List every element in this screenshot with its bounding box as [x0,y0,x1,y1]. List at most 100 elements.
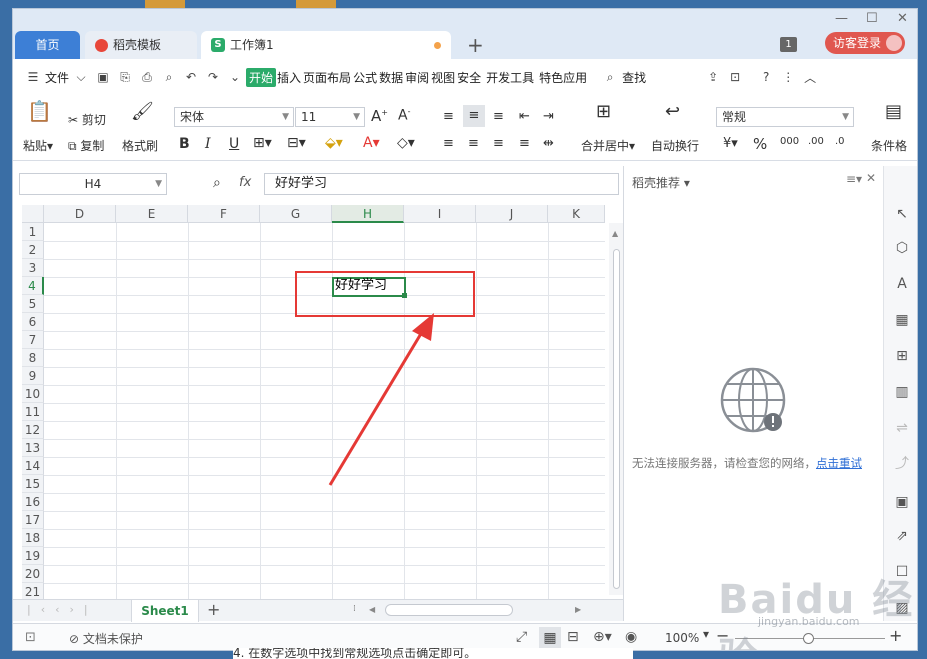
format-painter-button[interactable]: 格式刷 [122,137,158,154]
print-icon[interactable]: ⎙ [139,70,155,85]
increase-decimal-icon[interactable]: .00 [808,136,824,147]
row-header[interactable]: 8 [22,349,44,367]
bold-icon[interactable]: B [179,136,190,152]
vertical-scroll-thumb[interactable] [613,249,620,589]
menu-file[interactable]: 文件 [44,69,70,86]
align-left-icon[interactable]: ≡ [443,136,454,151]
tab-home[interactable]: 首页 [15,31,80,59]
minimize-icon[interactable]: — [835,11,848,26]
help-icon[interactable]: ? [758,70,774,84]
menu-view[interactable]: 视图 [430,69,456,86]
search-icon[interactable]: ⌕ [602,70,618,85]
row-header[interactable]: 9 [22,367,44,385]
collab-icon[interactable]: ⊡ [727,70,743,84]
select-all-corner[interactable] [22,205,44,223]
number-format-select[interactable]: 常规 ▼ [716,107,854,127]
collapse-ribbon-icon[interactable]: ︿ [802,69,818,86]
merge-center-button[interactable]: 合并居中▾ [581,137,635,154]
cell-style-icon[interactable]: ⊟▾ [287,135,306,151]
menu-home[interactable]: 开始 [246,67,277,87]
row-header[interactable]: 10 [22,385,44,403]
row-header[interactable]: 16 [22,493,44,511]
thousands-icon[interactable]: 000 [780,136,799,147]
row-header[interactable]: 20 [22,565,44,583]
align-right-icon[interactable]: ≡ [493,136,504,151]
decrease-decimal-icon[interactable]: .0 [835,136,845,147]
justify-icon[interactable]: ≡ [519,136,530,151]
formula-input[interactable]: 好好学习 [264,173,619,195]
panel-close-icon[interactable]: ✕ [866,171,876,185]
close-icon[interactable]: ✕ [897,11,908,26]
export-pdf-icon[interactable]: ⎘ [117,70,133,85]
tab-workbook[interactable]: S 工作簿1 [201,31,451,59]
align-bottom-icon[interactable]: ≡ [493,109,504,124]
row-header[interactable]: 13 [22,439,44,457]
font-size-select[interactable]: 11 ▼ [295,107,365,127]
redo-icon[interactable]: ↷ [205,70,221,84]
border-icon[interactable]: ⊞▾ [253,135,272,151]
vertical-scrollbar[interactable]: ▲ [609,223,623,595]
sheet-nav-icon[interactable]: |‹‹›| [27,603,98,616]
row-header[interactable]: 1 [22,223,44,241]
shapes-icon[interactable]: ⬡ [892,238,912,258]
zoom-level[interactable]: 100% [665,631,699,645]
backup-icon[interactable]: ⤴ [892,454,912,474]
undo-icon[interactable]: ↶ [183,70,199,84]
format-painter-icon[interactable]: 🖌 [131,101,154,122]
select-pointer-icon[interactable]: ↖ [892,204,912,224]
panel-menu-icon[interactable]: ≡▾ [846,172,862,186]
align-middle-icon[interactable]: ≡ [463,105,485,127]
paste-icon[interactable]: 📋 [27,99,52,123]
row-header[interactable]: 2 [22,241,44,259]
increase-font-icon[interactable]: A+ [371,107,388,125]
scroll-right-icon[interactable]: ▶ [575,605,581,614]
distributed-icon[interactable]: ⇹ [543,136,554,151]
zoom-dropdown-icon[interactable]: ▾ [703,627,709,641]
decrease-indent-icon[interactable]: ⇤ [519,109,530,124]
split-handle-icon[interactable]: ⁞ [353,604,356,614]
row-header[interactable]: 18 [22,529,44,547]
column-header[interactable]: J [476,205,548,223]
add-sheet-icon[interactable]: + [207,600,220,619]
column-header[interactable]: K [548,205,605,223]
menu-data[interactable]: 数据 [378,69,404,86]
align-center-icon[interactable]: ≡ [468,136,479,151]
copy-button[interactable]: ⧉ 复制 [68,137,104,154]
conditional-format-icon[interactable]: ▤ [885,101,902,122]
fx-icon[interactable]: fx [239,175,251,190]
chevron-down-icon[interactable]: ⌵ [73,70,89,85]
currency-icon[interactable]: ¥▾ [723,136,738,151]
page-break-icon[interactable]: ⊟ [567,629,579,645]
scroll-up-icon[interactable]: ▲ [612,229,618,238]
row-header[interactable]: 6 [22,313,44,331]
retry-link[interactable]: 点击重试 [816,456,862,470]
more-icon[interactable]: ⋮ [780,70,796,84]
zoom-formula-icon[interactable]: ⌕ [213,175,221,191]
chart-icon[interactable]: ▥ [892,382,912,402]
window-count-badge[interactable]: 1 [780,37,797,52]
paste-button[interactable]: 粘贴▾ [23,137,53,154]
login-button[interactable]: 访客登录 [825,32,905,54]
normal-view-icon[interactable]: ▦ [539,627,561,649]
italic-icon[interactable]: I [205,136,211,152]
underline-icon[interactable]: U [229,136,239,152]
hamburger-icon[interactable]: ☰ [25,70,41,84]
wrap-text-icon[interactable]: ↩ [665,101,680,122]
row-header[interactable]: 17 [22,511,44,529]
row-header[interactable]: 7 [22,331,44,349]
scroll-left-icon[interactable]: ◀ [369,605,375,614]
name-box[interactable]: H4 ▼ [19,173,167,195]
font-name-select[interactable]: 宋体 ▼ [174,107,294,127]
row-header[interactable]: 19 [22,547,44,565]
text-style-icon[interactable]: A [892,274,912,294]
column-header[interactable]: E [116,205,188,223]
row-header-selected[interactable]: 4 [22,277,44,295]
reading-mode-icon[interactable]: ⊕▾ [593,629,612,645]
clear-format-icon[interactable]: ◇▾ [397,135,415,151]
share-out-icon[interactable]: ⇗ [892,526,912,546]
protect-status[interactable]: ⊘ 文档未保护 [69,630,143,647]
menu-security[interactable]: 安全 [456,69,482,86]
column-header-selected[interactable]: H [332,205,404,223]
wrap-text-button[interactable]: 自动换行 [651,137,699,154]
apps-icon[interactable]: ⊞ [892,346,912,366]
